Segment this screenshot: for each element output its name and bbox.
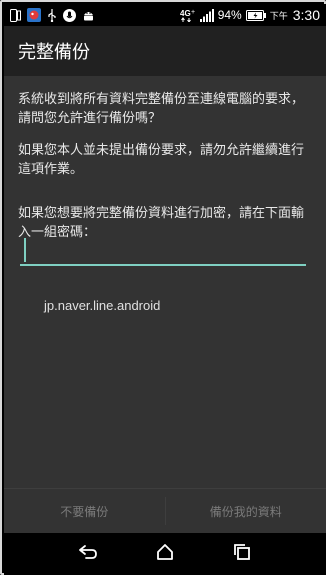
- backup-dialog: 完整備份 系統收到將所有資料完整備份至連線電腦的要求，請問您允許進行備份嗎？ 如…: [4, 26, 326, 533]
- warning-text: 如果您本人並未提出備份要求，請勿允許繼續進行這項作業。: [18, 143, 305, 177]
- deny-backup-button[interactable]: 不要備份: [4, 489, 165, 533]
- time-prefix: 下午: [269, 10, 288, 21]
- signal-icon: [199, 8, 214, 22]
- status-right: 4G + 94% 下午 3:30: [180, 7, 326, 23]
- text-cursor: [24, 238, 26, 262]
- home-button[interactable]: [145, 537, 185, 571]
- network-icon: 4G +: [180, 8, 196, 22]
- backup-my-data-button[interactable]: 備份我的資料: [166, 489, 326, 533]
- recents-icon: [233, 543, 251, 565]
- dialog-title: 完整備份: [18, 42, 90, 63]
- status-bar: 4G + 94% 下午 3:30: [4, 4, 326, 26]
- navigation-bar: [4, 533, 326, 575]
- svg-text:4G: 4G: [180, 9, 191, 18]
- svg-text:+: +: [191, 9, 195, 16]
- package-name: jp.naver.line.android: [44, 298, 161, 313]
- battery-icon: [245, 9, 266, 21]
- android-icon: [82, 9, 95, 22]
- title-bar: 完整備份: [4, 26, 326, 76]
- dialog-body: 系統收到將所有資料完整備份至連線電腦的要求，請問您允許進行備份嗎？ 如果您本人並…: [18, 90, 314, 255]
- app-icon: [27, 8, 41, 22]
- password-field[interactable]: [20, 234, 306, 266]
- phone-icon: [10, 8, 21, 22]
- battery-percent: 94%: [217, 8, 242, 22]
- usb-icon: [47, 8, 57, 22]
- microphone-icon: [63, 8, 76, 22]
- clock: 3:30: [292, 7, 320, 23]
- recents-button[interactable]: [222, 537, 262, 571]
- home-icon: [156, 543, 174, 565]
- status-left: [4, 8, 95, 22]
- device-frame: 4G + 94% 下午 3:30 完整備份 系統收到將所有資料完整備份至連線電腦的…: [0, 0, 326, 575]
- back-icon: [78, 544, 98, 564]
- back-button[interactable]: [68, 537, 108, 571]
- dialog-button-bar: 不要備份 備份我的資料: [4, 488, 326, 533]
- backup-request-text: 系統收到將所有資料完整備份至連線電腦的要求，請問您允許進行備份嗎？: [18, 92, 305, 126]
